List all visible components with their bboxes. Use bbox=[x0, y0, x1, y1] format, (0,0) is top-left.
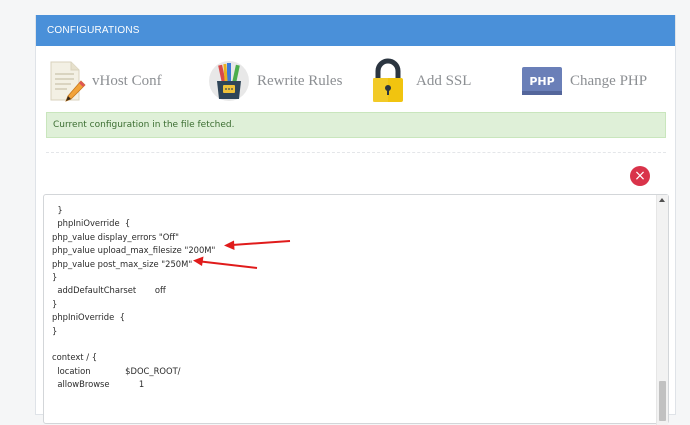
code-line: php_value display_errors "Off" bbox=[52, 231, 179, 242]
change-php-button[interactable]: PHP Change PHP bbox=[520, 56, 647, 106]
close-icon[interactable]: × bbox=[630, 166, 650, 186]
code-line: location $DOC_ROOT/ bbox=[52, 365, 181, 376]
code-line: phpIniOverride { bbox=[52, 312, 125, 323]
code-line: } bbox=[52, 271, 58, 282]
pencil-cup-icon bbox=[207, 58, 251, 104]
success-alert: Current configuration in the file fetche… bbox=[46, 112, 666, 138]
panel-title: CONFIGURATIONS bbox=[36, 15, 675, 46]
padlock-icon bbox=[366, 58, 410, 104]
code-line: } bbox=[52, 325, 58, 336]
add-ssl-button[interactable]: Add SSL bbox=[366, 56, 471, 106]
code-line: allowBrowse 1 bbox=[52, 379, 145, 390]
scroll-thumb[interactable] bbox=[659, 381, 666, 421]
code-line: php_value upload_max_filesize "200M" bbox=[52, 245, 216, 256]
vhost-conf-button[interactable]: vHost Conf bbox=[45, 56, 162, 106]
change-php-label: Change PHP bbox=[570, 72, 648, 89]
code-content: } phpIniOverride { php_value display_erro… bbox=[52, 204, 652, 391]
divider bbox=[46, 152, 666, 153]
rewrite-rules-button[interactable]: Rewrite Rules bbox=[207, 56, 342, 106]
code-line: } bbox=[52, 205, 63, 215]
vhost-conf-label: vHost Conf bbox=[92, 72, 162, 89]
add-ssl-label: Add SSL bbox=[416, 72, 472, 89]
tools-row: vHost Conf Rewrite Rules Add SSL PHP Cha… bbox=[36, 46, 675, 116]
code-line: addDefaultCharset off bbox=[52, 285, 166, 296]
code-line: phpIniOverride { bbox=[52, 218, 131, 229]
code-line: context / { bbox=[52, 352, 98, 363]
php-badge-icon: PHP bbox=[520, 58, 564, 104]
editor-scrollbar[interactable] bbox=[656, 195, 668, 425]
code-line: php_value post_max_size "250M" bbox=[52, 258, 193, 269]
rewrite-rules-label: Rewrite Rules bbox=[257, 72, 343, 89]
configurations-panel: CONFIGURATIONS vHost Conf Rewrite Rules … bbox=[35, 15, 676, 425]
config-editor[interactable]: } phpIniOverride { php_value display_erro… bbox=[43, 194, 669, 425]
document-pencil-icon bbox=[45, 58, 89, 104]
scroll-up-icon[interactable] bbox=[659, 198, 665, 202]
svg-text:PHP: PHP bbox=[529, 75, 554, 88]
code-line: } bbox=[52, 298, 58, 309]
